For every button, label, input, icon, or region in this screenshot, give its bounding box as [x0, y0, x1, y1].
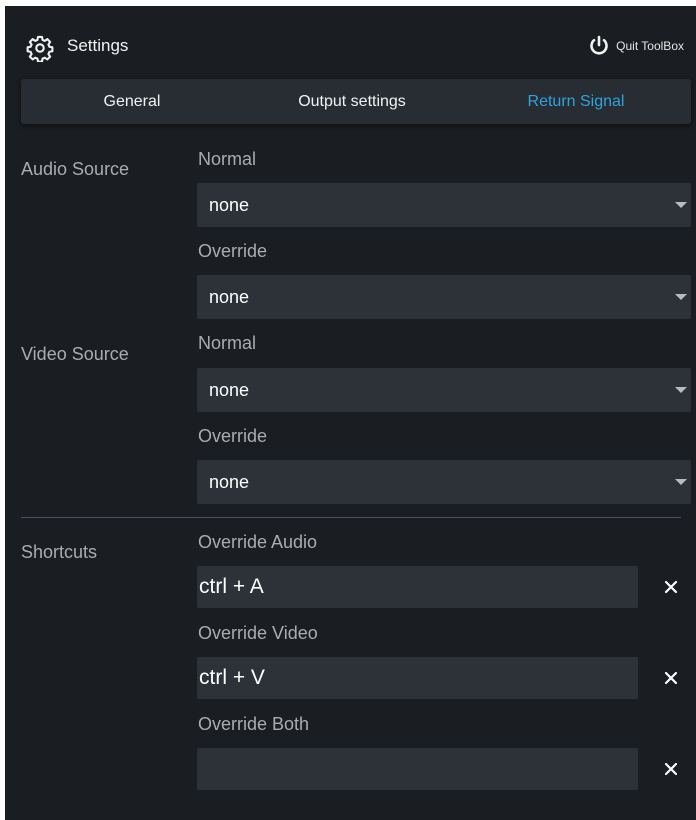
shortcuts-label: Shortcuts [21, 542, 98, 562]
override-video-shortcut-input[interactable]: ctrl + V [197, 657, 638, 699]
tab-general[interactable]: General [21, 79, 243, 124]
quit-toolbox-label: Quit ToolBox [616, 39, 684, 53]
chevron-down-icon [675, 202, 687, 208]
override-both-label: Override Both [198, 714, 310, 734]
close-icon[interactable] [661, 577, 681, 597]
audio-normal-value: none [209, 195, 250, 215]
tab-return-signal[interactable]: Return Signal [461, 79, 691, 124]
page-title: Settings [67, 36, 129, 55]
audio-source-label: Audio Source [21, 159, 130, 179]
section-divider [21, 517, 681, 518]
video-override-value: none [209, 472, 250, 492]
video-override-select[interactable]: none [197, 460, 691, 504]
audio-normal-label: Normal [198, 149, 257, 169]
gear-icon [25, 33, 55, 63]
video-normal-select[interactable]: none [197, 368, 691, 412]
tab-output-settings[interactable]: Output settings [243, 79, 461, 124]
chevron-down-icon [675, 294, 687, 300]
power-icon [587, 34, 611, 58]
close-icon[interactable] [661, 668, 681, 688]
audio-override-select[interactable]: none [197, 275, 691, 319]
video-override-label: Override [198, 426, 268, 446]
tab-bar: General Output settings Return Signal [21, 79, 691, 124]
close-icon[interactable] [661, 759, 681, 779]
title-bar: Settings Quit ToolBox [5, 6, 696, 76]
override-video-label: Override Video [198, 623, 318, 643]
audio-override-label: Override [198, 241, 268, 261]
audio-normal-select[interactable]: none [197, 183, 691, 227]
override-video-shortcut-value: ctrl + V [199, 666, 265, 689]
chevron-down-icon [675, 387, 687, 393]
quit-toolbox-button[interactable]: Quit ToolBox [587, 34, 684, 58]
override-audio-label: Override Audio [198, 532, 318, 552]
chevron-down-icon [675, 479, 687, 485]
override-audio-shortcut-value: ctrl + A [199, 575, 264, 598]
settings-panel: Settings Quit ToolBox General Output set… [5, 6, 696, 820]
override-audio-shortcut-input[interactable]: ctrl + A [197, 566, 638, 608]
video-normal-label: Normal [198, 333, 257, 353]
video-source-label: Video Source [21, 344, 129, 364]
override-both-shortcut-input[interactable] [197, 748, 638, 790]
audio-override-value: none [209, 287, 250, 307]
video-normal-value: none [209, 380, 250, 400]
